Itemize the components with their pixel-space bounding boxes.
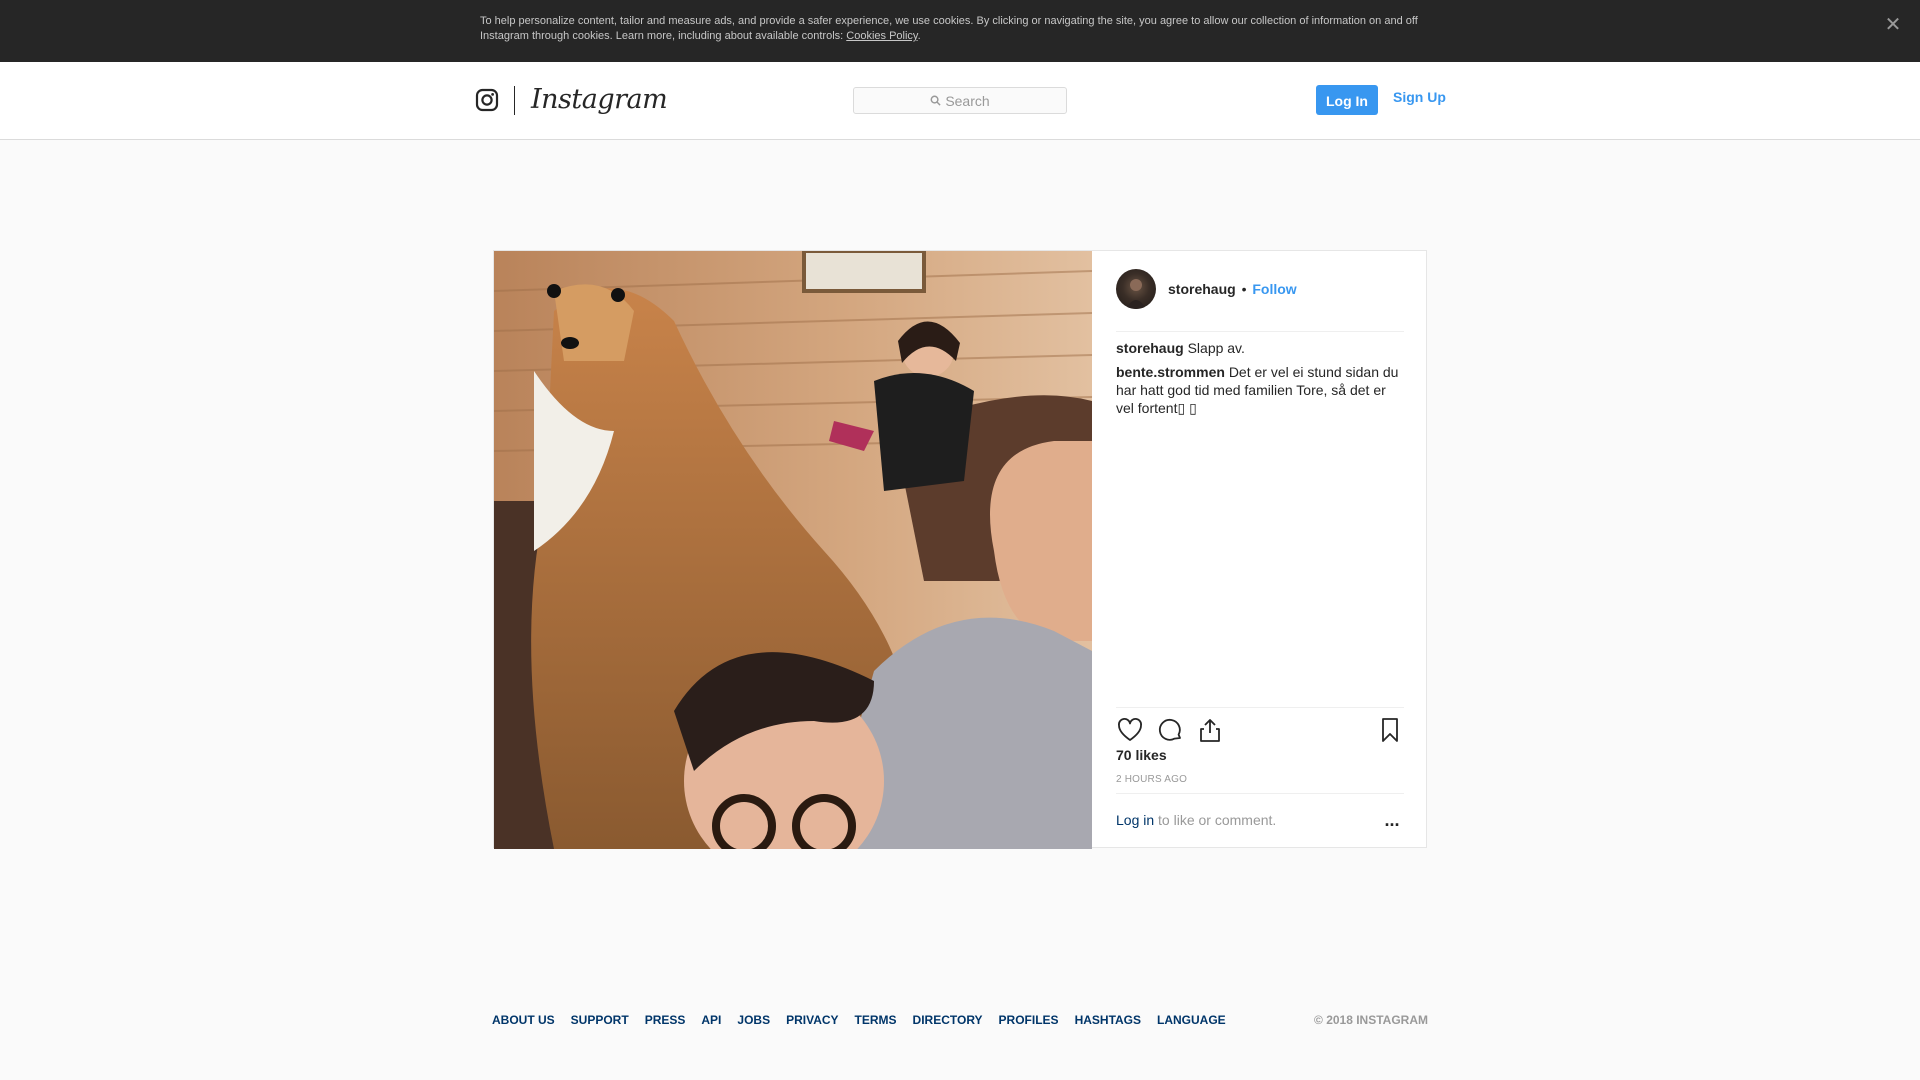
login-link[interactable]: Log in	[1116, 812, 1154, 828]
search-input[interactable]: Search	[853, 87, 1067, 114]
avatar-image	[1126, 279, 1146, 309]
comment-item: bente.strommen Det er vel ei stund sidan…	[1116, 363, 1406, 417]
footer-link-support[interactable]: SUPPORT	[571, 1013, 629, 1027]
comment-list: storehaug Slapp av. bente.strommen Det e…	[1116, 339, 1406, 423]
footer-link-api[interactable]: API	[701, 1013, 721, 1027]
footer-link-profiles[interactable]: PROFILES	[999, 1013, 1059, 1027]
comment-item: storehaug Slapp av.	[1116, 339, 1406, 357]
post-sidebar: storehaug • Follow storehaug Slapp av. b…	[1092, 251, 1427, 847]
bookmark-icon[interactable]	[1376, 716, 1404, 744]
post-actions	[1116, 707, 1404, 752]
heart-icon[interactable]	[1116, 716, 1144, 744]
cookie-text: To help personalize content, tailor and …	[480, 15, 1418, 42]
avatar[interactable]	[1116, 269, 1156, 309]
like-count[interactable]: 70 likes	[1116, 747, 1167, 763]
post-photo[interactable]	[494, 251, 1092, 849]
post-author: storehaug • Follow	[1168, 281, 1297, 297]
separator-dot: •	[1241, 281, 1247, 297]
footer-link-press[interactable]: PRESS	[645, 1013, 686, 1027]
camera-icon[interactable]	[475, 88, 499, 112]
footer-link-terms[interactable]: TERMS	[855, 1013, 897, 1027]
search-placeholder: Search	[945, 92, 990, 109]
login-prompt: Log in to like or comment. ...	[1116, 793, 1404, 848]
footer: ABOUT US SUPPORT PRESS API JOBS PRIVACY …	[492, 1013, 1428, 1033]
post-card: storehaug • Follow storehaug Slapp av. b…	[493, 250, 1427, 849]
comment-username[interactable]: bente.strommen	[1116, 364, 1225, 380]
more-options-button[interactable]: ...	[1380, 808, 1404, 832]
follow-button[interactable]: Follow	[1252, 281, 1296, 297]
login-prompt-text: to like or comment.	[1154, 812, 1277, 828]
share-icon[interactable]	[1196, 716, 1224, 744]
top-navigation: Instagram Search Log In Sign Up	[0, 62, 1920, 140]
cookie-message: To help personalize content, tailor and …	[480, 15, 1418, 42]
post-image	[494, 251, 1092, 849]
comment-username[interactable]: storehaug	[1116, 340, 1184, 356]
logo-divider	[514, 86, 515, 115]
footer-link-directory[interactable]: DIRECTORY	[913, 1013, 983, 1027]
cookie-banner: To help personalize content, tailor and …	[0, 0, 1920, 62]
copyright: © 2018 INSTAGRAM	[1314, 1013, 1428, 1027]
author-username[interactable]: storehaug	[1168, 281, 1236, 297]
footer-link-hashtags[interactable]: HASHTAGS	[1075, 1013, 1141, 1027]
post-header: storehaug • Follow	[1116, 269, 1404, 332]
footer-link-privacy[interactable]: PRIVACY	[786, 1013, 838, 1027]
cookies-policy-link[interactable]: Cookies Policy	[846, 30, 917, 42]
instagram-wordmark[interactable]: Instagram	[531, 84, 668, 115]
search-icon	[930, 95, 941, 106]
signup-link[interactable]: Sign Up	[1393, 89, 1446, 105]
footer-link-about-us[interactable]: ABOUT US	[492, 1013, 555, 1027]
comment-text: Slapp av.	[1187, 340, 1245, 356]
close-icon[interactable]: ✕	[1882, 14, 1904, 36]
post-timestamp: 2 HOURS AGO	[1116, 774, 1188, 785]
footer-links: ABOUT US SUPPORT PRESS API JOBS PRIVACY …	[492, 1013, 1242, 1027]
footer-link-language[interactable]: LANGUAGE	[1157, 1013, 1226, 1027]
login-button[interactable]: Log In	[1316, 85, 1378, 115]
footer-link-jobs[interactable]: JOBS	[737, 1013, 770, 1027]
comment-icon[interactable]	[1156, 716, 1184, 744]
